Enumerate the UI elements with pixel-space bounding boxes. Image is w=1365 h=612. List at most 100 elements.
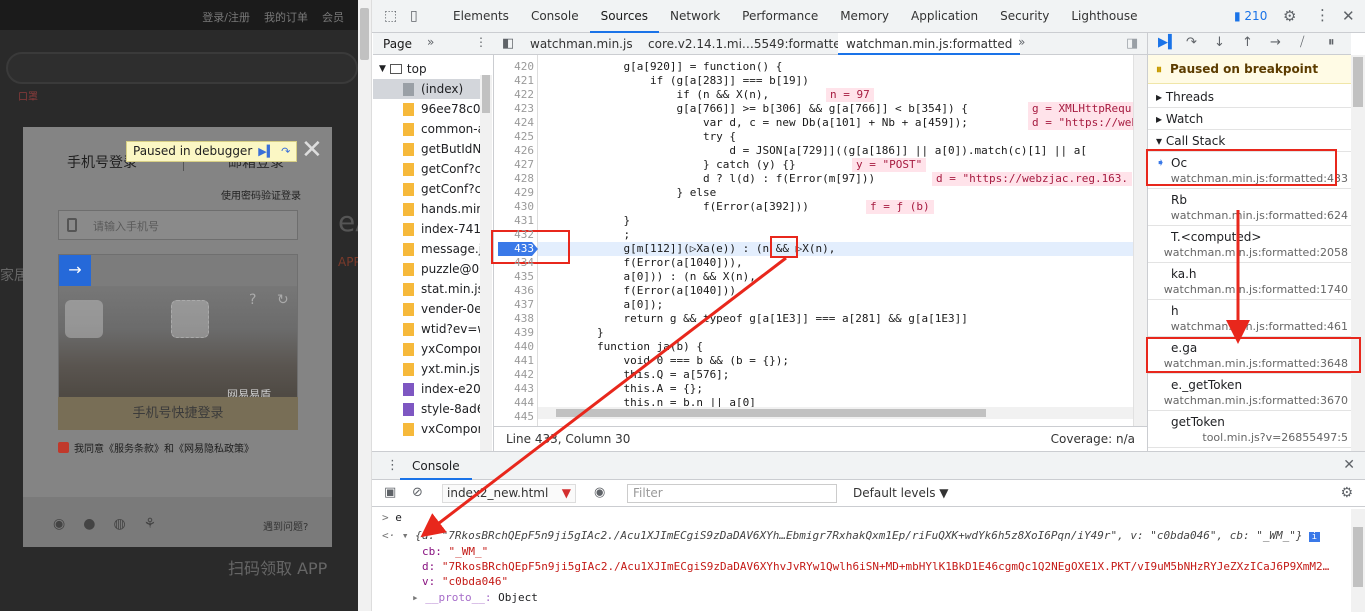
code-line[interactable]: } catch (y) {} — [544, 158, 796, 172]
file-tree-item[interactable]: yxCompor — [373, 339, 480, 359]
line-number[interactable]: 426 — [494, 144, 534, 157]
puzzle-piece[interactable] — [65, 300, 103, 338]
line-number[interactable]: 432 — [494, 228, 534, 241]
code-line[interactable]: f(Error(a[1040])), — [544, 256, 742, 270]
editor-tab-watchman[interactable]: watchman.min.js — [522, 33, 641, 55]
close-drawer-icon[interactable]: ✕ — [1343, 457, 1355, 473]
console-scrollbar[interactable] — [1351, 509, 1365, 612]
line-number[interactable]: 427 — [494, 158, 534, 171]
file-tree-item[interactable]: message.js — [373, 239, 480, 259]
call-frame[interactable]: Rb watchman.min.js:formatted:624 — [1148, 189, 1351, 226]
call-frame[interactable]: T.<computed> watchman.min.js:formatted:20… — [1148, 226, 1351, 263]
toggle-debugger-icon[interactable]: ◨ — [1126, 36, 1138, 51]
line-number[interactable]: 434 — [494, 256, 534, 269]
wechat-icon[interactable]: ◉ — [53, 516, 65, 532]
resume-icon[interactable]: ▶▍ — [258, 142, 275, 161]
editor-hscroll-thumb[interactable] — [556, 409, 986, 417]
frame-location[interactable]: watchman.min.js:formatted:1740 — [1164, 283, 1348, 296]
code-line[interactable]: try { — [544, 130, 736, 144]
line-number[interactable]: 439 — [494, 326, 534, 339]
tab-network[interactable]: Network — [659, 0, 731, 33]
pause-on-exceptions-icon[interactable]: ⏸ — [1328, 35, 1335, 50]
step-over-icon[interactable]: ↷ — [1186, 35, 1197, 50]
code-line[interactable]: if (g[a[283]] === b[19]) — [544, 74, 809, 88]
agree-checkbox[interactable] — [58, 442, 69, 453]
navigator-menu-icon[interactable]: ⋮ — [475, 35, 487, 49]
my-orders-link[interactable]: 我的订单 — [264, 9, 308, 25]
page-scroll-thumb[interactable] — [360, 8, 369, 60]
prop-proto[interactable]: ▸ __proto__: Object — [412, 591, 538, 605]
code-line[interactable]: this.A = {}; — [544, 382, 702, 396]
console-output[interactable]: > e <· ▾ {d: "7RkosBRchQEpF5n9ji5gIAc2./… — [382, 509, 1352, 612]
expand-proto-triangle-icon[interactable]: ▸ — [412, 591, 425, 604]
code-line[interactable]: d = JSON[a[729]]((g[a[186]] || a[0]).mat… — [544, 144, 1087, 158]
line-number[interactable]: 428 — [494, 172, 534, 185]
frame-location[interactable]: watchman.min.js:formatted:3648 — [1164, 357, 1348, 370]
code-line[interactable]: if (n && X(n), — [544, 88, 769, 102]
file-tree-item[interactable]: getConf?c — [373, 179, 480, 199]
line-number[interactable]: 424 — [494, 116, 534, 129]
refresh-icon[interactable]: ↻ — [277, 292, 289, 308]
resume-icon[interactable]: ▶▍ — [1158, 35, 1178, 50]
code-line[interactable]: a[0])) : (n && X(n), — [544, 270, 755, 284]
line-number[interactable]: 420 — [494, 60, 534, 73]
device-toolbar-icon[interactable]: ▯ — [410, 8, 418, 24]
frame-location[interactable]: tool.min.js?v=26855497:5 — [1202, 431, 1348, 444]
line-number[interactable]: 430 — [494, 200, 534, 213]
editor-hscrollbar[interactable] — [538, 407, 1133, 419]
watch-section[interactable]: ▸ Watch — [1148, 108, 1351, 130]
member-link[interactable]: 会员 — [322, 9, 344, 25]
editor-scrollbar[interactable] — [1133, 55, 1147, 426]
frame-location[interactable]: watchman.min.js:formatted:461 — [1171, 320, 1348, 333]
line-number[interactable]: 421 — [494, 74, 534, 87]
file-tree-item[interactable]: style-8ad6 — [373, 399, 480, 419]
line-number[interactable]: 429 — [494, 186, 534, 199]
line-number[interactable]: 438 — [494, 312, 534, 325]
code-line[interactable]: d ? l(d) : f(Error(m[97])) — [544, 172, 875, 186]
step-icon[interactable]: → — [1270, 35, 1281, 50]
call-frame[interactable]: getToken tool.min.js?v=26855497:5 — [1148, 411, 1351, 448]
editor-tab-core[interactable]: core.v2.14.1.mi…5549:formatted — [640, 33, 856, 55]
code-line[interactable]: ; — [544, 228, 630, 242]
password-login-link[interactable]: 使用密码验证登录 — [221, 187, 301, 202]
live-expression-eye-icon[interactable]: ◉ — [594, 485, 605, 500]
code-line[interactable]: f(Error(a[392])) — [544, 200, 809, 214]
drawer-tab-console[interactable]: Console — [400, 452, 472, 480]
tab-elements[interactable]: Elements — [442, 0, 520, 33]
code-line[interactable]: return g && typeof g[a[1E3]] === a[281] … — [544, 312, 967, 326]
code-line[interactable]: a[0]); — [544, 298, 663, 312]
toggle-navigator-icon[interactable]: ◧ — [502, 36, 514, 51]
code-line[interactable]: } — [544, 214, 630, 228]
editor-tab-watchman-formatted[interactable]: watchman.min.js:formatted — [838, 33, 1021, 55]
code-line[interactable]: var d, c = new Db(a[101] + Nb + a[459]); — [544, 116, 968, 130]
weibo-icon[interactable]: ◍ — [113, 516, 125, 532]
expand-result-triangle-icon[interactable]: <· ▾ — [382, 529, 415, 542]
frame-location[interactable]: watchman.min.js:formatted:2058 — [1164, 246, 1348, 259]
step-out-icon[interactable]: ↑ — [1242, 35, 1253, 50]
console-filter-input[interactable]: Filter — [627, 484, 837, 503]
more-tabs-chevron-icon[interactable]: » — [427, 35, 434, 49]
console-scroll-thumb[interactable] — [1353, 527, 1363, 587]
line-number[interactable]: 423 — [494, 102, 534, 115]
drawer-menu-icon[interactable]: ⋮ — [386, 458, 399, 473]
qq-icon[interactable]: ● — [83, 516, 95, 532]
slider-arrow-button[interactable]: → — [59, 255, 91, 286]
tab-page[interactable]: Page — [383, 37, 412, 51]
file-tree-item[interactable]: stat.min.js — [373, 279, 480, 299]
file-tree-item[interactable]: vender-0e — [373, 299, 480, 319]
inspect-element-icon[interactable]: ⬚ — [384, 8, 397, 24]
file-tree-item[interactable]: (index) — [373, 79, 480, 99]
line-number[interactable]: 425 — [494, 130, 534, 143]
coverage-status[interactable]: Coverage: n/a — [1051, 432, 1135, 446]
file-tree-item[interactable]: vxCompor — [373, 419, 480, 439]
clear-console-icon[interactable]: ⊘ — [412, 485, 423, 500]
file-tree-item[interactable]: 96ee78c0c — [373, 99, 480, 119]
line-number[interactable]: 431 — [494, 214, 534, 227]
tab-sources[interactable]: Sources — [589, 0, 660, 33]
call-frame[interactable]: ka.h watchman.min.js:formatted:1740 — [1148, 263, 1351, 300]
other-login-icon[interactable]: ⚘ — [144, 516, 157, 532]
navigator-scrollbar[interactable] — [480, 75, 492, 451]
code-line[interactable]: } else — [544, 186, 716, 200]
help-circle-icon[interactable]: ? — [249, 292, 256, 308]
issues-badge[interactable]: ▮ 210 — [1234, 9, 1267, 23]
